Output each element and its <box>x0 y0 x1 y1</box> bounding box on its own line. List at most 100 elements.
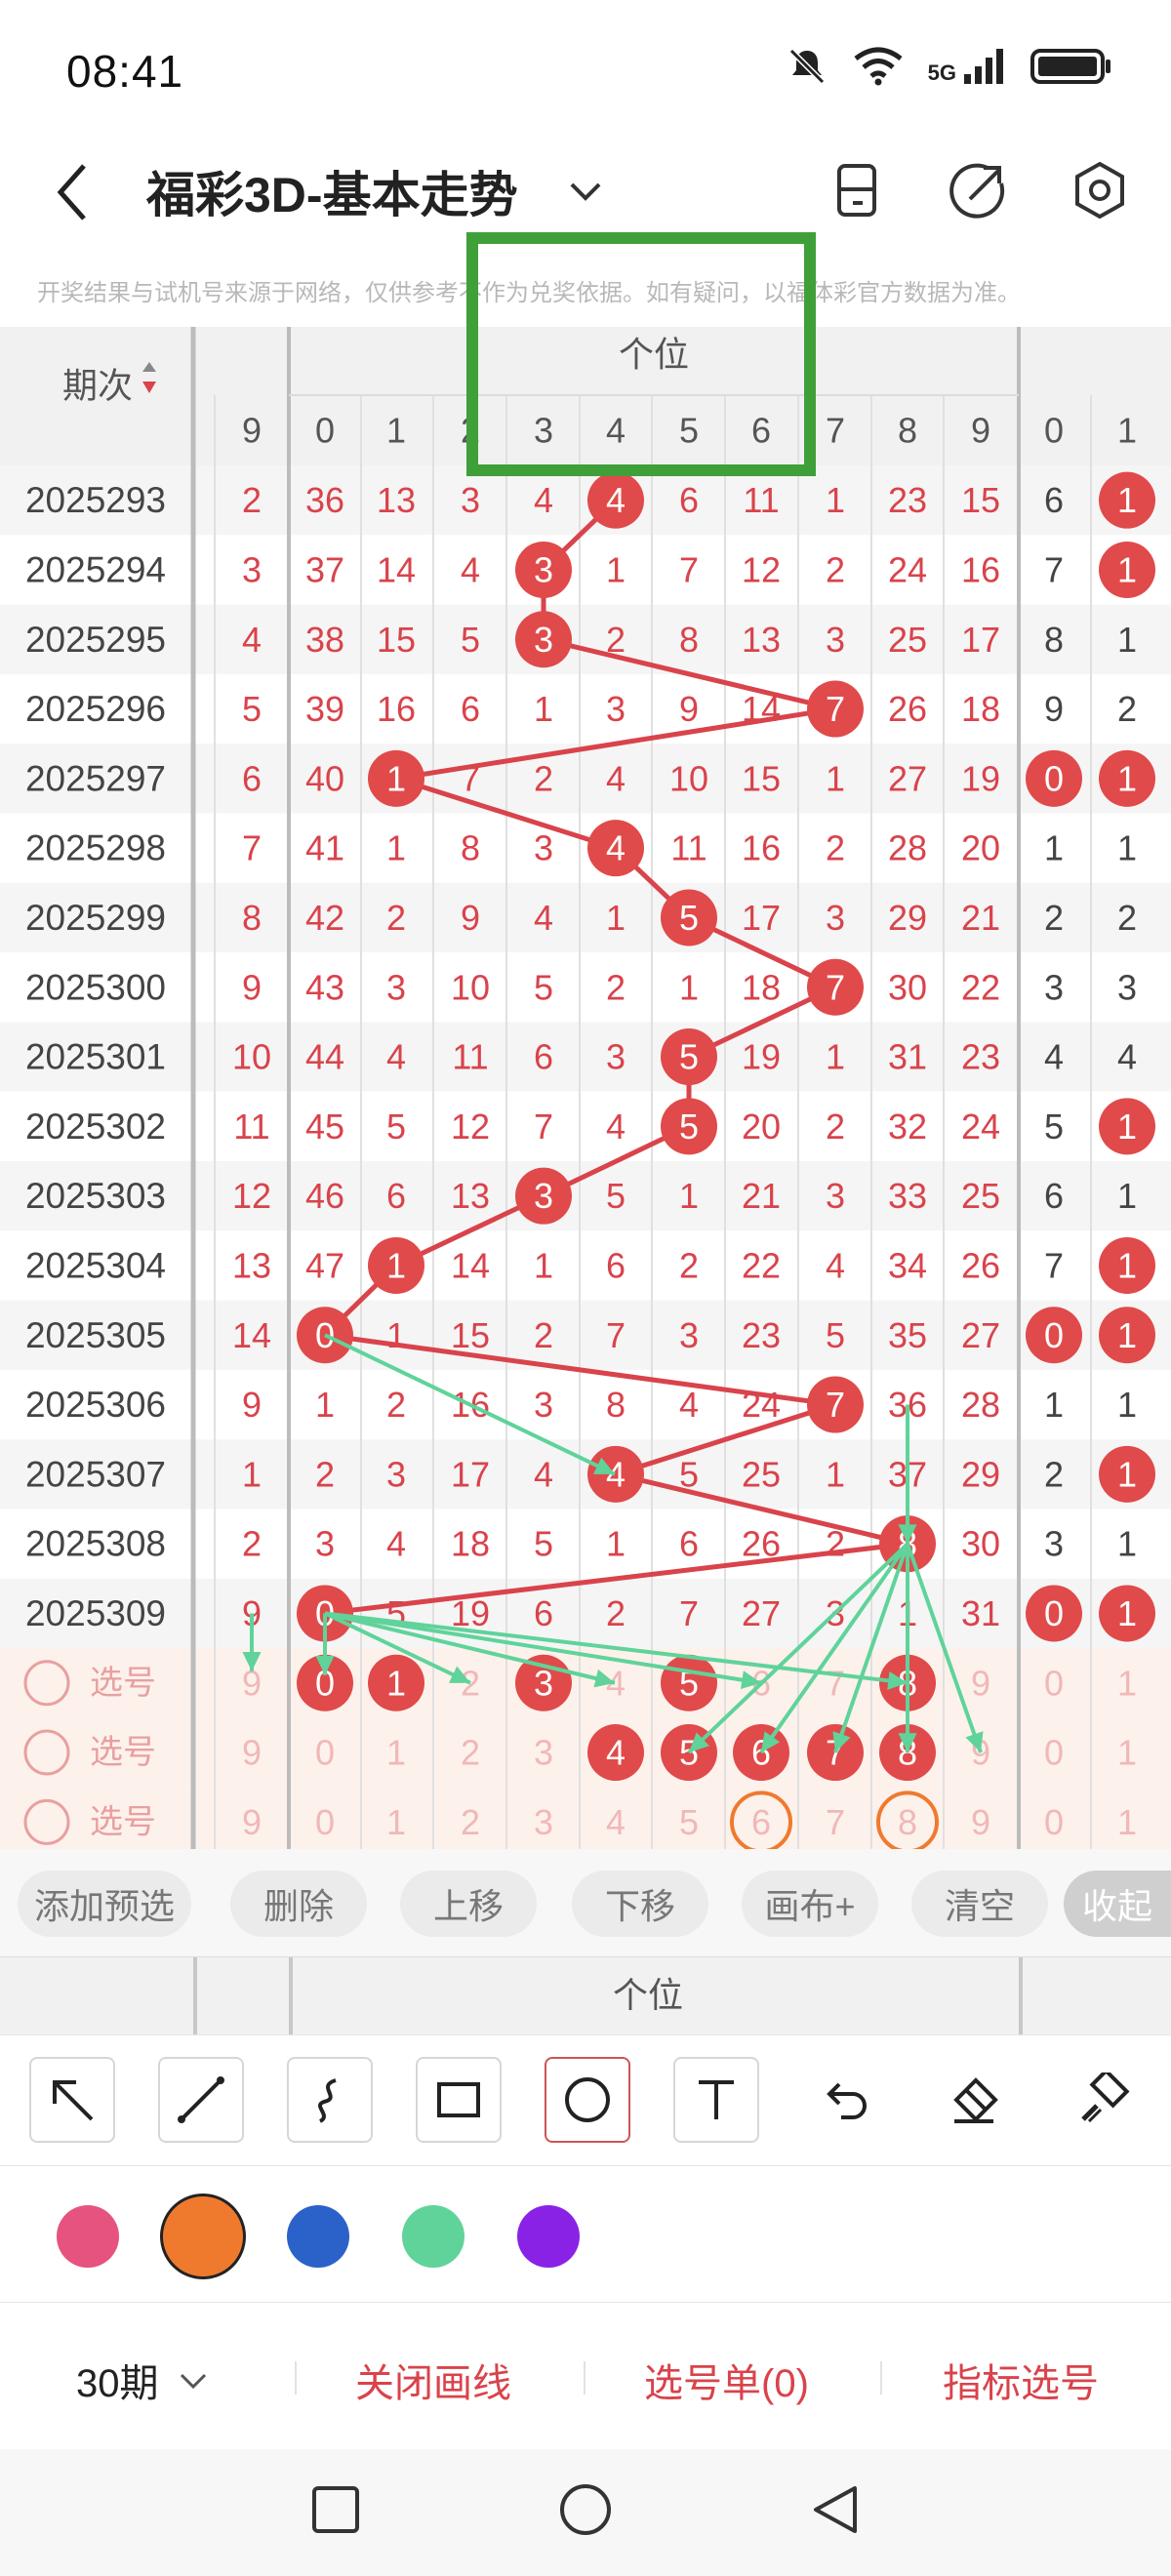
hit-number: 1 <box>1117 758 1137 798</box>
miss-value: 7 <box>606 1315 626 1355</box>
miss-value: 1 <box>534 689 553 729</box>
miss-value: 1 <box>606 1524 626 1564</box>
share-icon[interactable] <box>949 160 1009 221</box>
miss-value: 2 <box>242 1524 262 1564</box>
miss-value: 1 <box>826 1454 845 1494</box>
pick-cell: 4 <box>606 1802 626 1842</box>
delete-button[interactable]: 删除 <box>230 1871 367 1937</box>
miss-value: 6 <box>534 1037 553 1077</box>
eraser-tool-button[interactable] <box>931 2057 1017 2143</box>
miss-value: 1 <box>1117 620 1137 660</box>
miss-value: 3 <box>1044 967 1064 1007</box>
period-number: 2025298 <box>25 828 166 868</box>
color-swatch-pink[interactable] <box>57 2205 119 2268</box>
period-number: 2025300 <box>25 967 166 1007</box>
brush-tool-button[interactable] <box>1060 2057 1146 2143</box>
recents-icon[interactable] <box>310 2484 361 2535</box>
miss-value: 12 <box>232 1176 271 1216</box>
miss-value: 8 <box>606 1385 626 1425</box>
miss-value: 6 <box>606 1245 626 1285</box>
hit-number: 1 <box>1117 1107 1137 1147</box>
miss-value: 2 <box>1117 689 1137 729</box>
miss-value: 6 <box>1044 1176 1064 1216</box>
color-swatch-blue[interactable] <box>287 2205 349 2268</box>
miss-value: 18 <box>451 1524 490 1564</box>
clear-button[interactable]: 清空 <box>911 1871 1048 1937</box>
miss-value: 10 <box>451 967 490 1007</box>
miss-value: 34 <box>888 1245 927 1285</box>
miss-value: 18 <box>961 689 1000 729</box>
back-nav-icon[interactable] <box>808 2482 863 2537</box>
rectangle-tool-button[interactable] <box>416 2057 502 2143</box>
chevron-down-icon[interactable] <box>564 170 607 213</box>
miss-value: 13 <box>377 480 416 520</box>
indicator-pick-button[interactable]: 指标选号 <box>943 2352 1099 2408</box>
miss-value: 13 <box>742 620 781 660</box>
trend-grid[interactable]: 期次个位9 0 1 2 3 4 5 6 7 8 9 0 12025293 2 36 13 3 4 4 6 11 1 23 15… <box>0 327 1171 1849</box>
miss-value: 1 <box>606 549 626 589</box>
pick-list-button[interactable]: 选号单(0) <box>644 2352 809 2408</box>
miss-value: 13 <box>232 1245 271 1285</box>
miss-value: 9 <box>242 1385 262 1425</box>
page-title[interactable]: 福彩3D-基本走势 <box>146 156 518 226</box>
miss-value: 20 <box>961 828 1000 868</box>
miss-value: 16 <box>377 689 416 729</box>
add-preselect-button[interactable]: 添加预选 <box>18 1871 191 1937</box>
undo-tool-button[interactable] <box>802 2057 888 2143</box>
pick-cell: 1 <box>386 1802 406 1842</box>
hit-number: 7 <box>826 967 845 1007</box>
miss-value: 1 <box>826 1037 845 1077</box>
canvas-add-button[interactable]: 画布+ <box>742 1871 878 1937</box>
miss-value: 33 <box>888 1176 927 1216</box>
hit-number: 4 <box>606 828 626 868</box>
collapse-button[interactable]: 收起 <box>1064 1871 1171 1937</box>
miss-value: 41 <box>305 828 344 868</box>
miss-value: 46 <box>305 1176 344 1216</box>
miss-value: 5 <box>461 620 480 660</box>
highlight-box <box>466 232 816 476</box>
miss-value: 1 <box>1044 1385 1064 1425</box>
miss-value: 5 <box>386 1107 406 1147</box>
pick-cell: 1 <box>1117 1802 1137 1842</box>
settings-icon[interactable] <box>1070 160 1130 221</box>
miss-value: 25 <box>888 620 927 660</box>
color-swatch-purple[interactable] <box>517 2205 580 2268</box>
pick-cell: 0 <box>1044 1802 1064 1842</box>
text-tool-button[interactable] <box>673 2057 759 2143</box>
miss-value: 23 <box>961 1037 1000 1077</box>
miss-value: 2 <box>1044 898 1064 938</box>
miss-value: 4 <box>1044 1037 1064 1077</box>
miss-value: 1 <box>679 967 699 1007</box>
hit-number: 1 <box>1117 549 1137 589</box>
period-number: 2025295 <box>25 620 166 660</box>
miss-value: 14 <box>377 549 416 589</box>
miss-value: 32 <box>888 1107 927 1147</box>
move-up-button[interactable]: 上移 <box>400 1871 537 1937</box>
color-swatch-green[interactable] <box>402 2205 464 2268</box>
miss-value: 4 <box>242 620 262 660</box>
pick-row <box>0 1648 1171 1718</box>
hit-number: 1 <box>386 758 406 798</box>
miss-value: 2 <box>606 1593 626 1633</box>
close-draw-button[interactable]: 关闭画线 <box>355 2352 511 2408</box>
home-icon[interactable] <box>558 2482 613 2537</box>
period-number: 2025294 <box>25 549 166 589</box>
periods-selector[interactable]: 30期 <box>76 2352 211 2408</box>
move-down-button[interactable]: 下移 <box>572 1871 708 1937</box>
curve-tool-button[interactable] <box>287 2057 373 2143</box>
circle-tool-button[interactable] <box>545 2057 630 2143</box>
column-header: 9 <box>242 411 262 451</box>
color-swatch-orange-selected[interactable] <box>160 2194 246 2279</box>
miss-value: 29 <box>888 898 927 938</box>
miss-value: 43 <box>305 967 344 1007</box>
miss-value: 3 <box>826 898 845 938</box>
miss-value: 30 <box>888 967 927 1007</box>
miss-value: 9 <box>679 689 699 729</box>
device-icon[interactable] <box>828 160 888 221</box>
back-icon[interactable] <box>47 158 105 226</box>
arrow-tool-button[interactable] <box>29 2057 115 2143</box>
miss-value: 23 <box>888 480 927 520</box>
line-icon <box>178 2076 224 2123</box>
line-tool-button[interactable] <box>158 2057 244 2143</box>
pick-cell: 0 <box>1044 1663 1064 1703</box>
